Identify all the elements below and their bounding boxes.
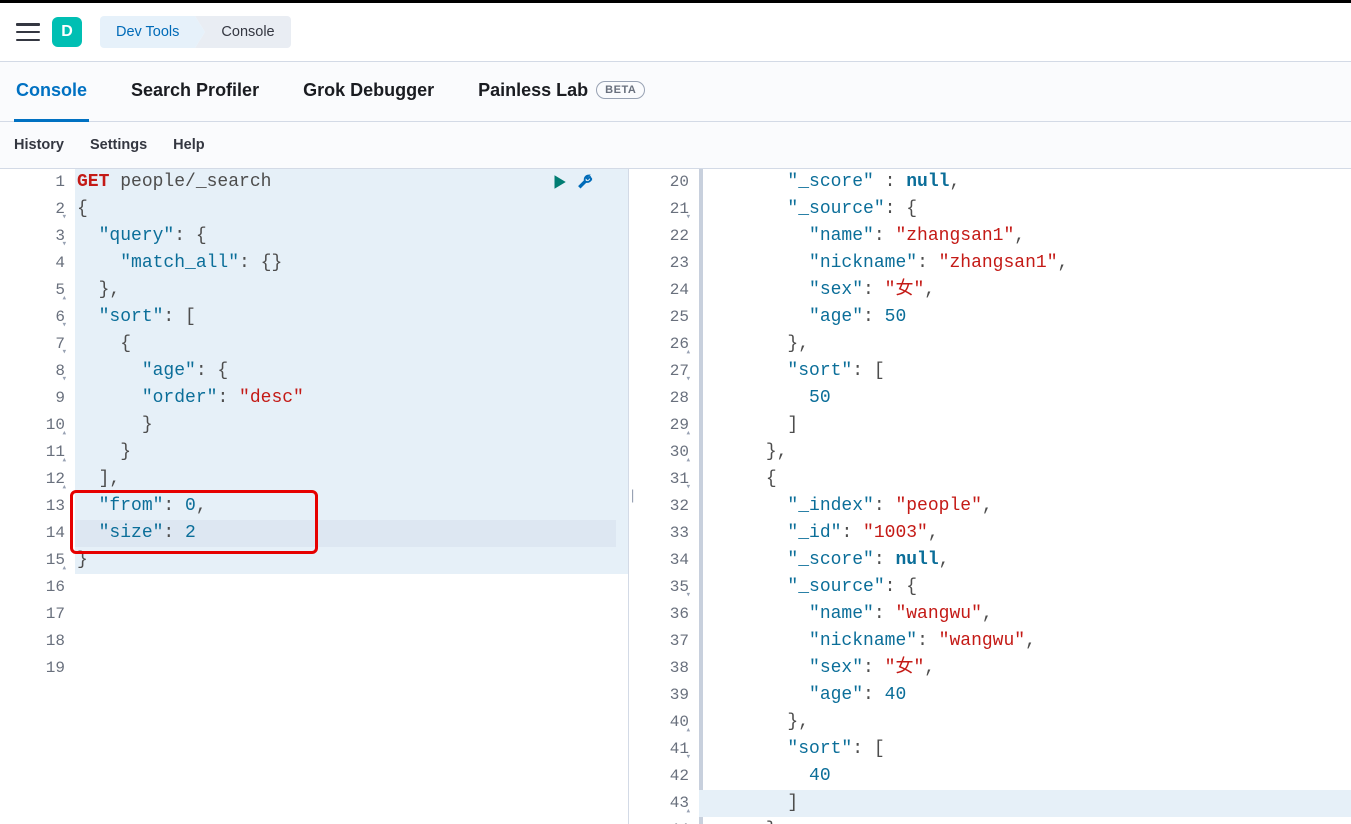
response-line: 50 bbox=[699, 385, 1351, 412]
breadcrumb-console: Console bbox=[195, 16, 290, 48]
response-line: } bbox=[699, 817, 1351, 824]
request-line[interactable]: "order": "desc" bbox=[75, 385, 628, 412]
tab-painless-lab[interactable]: Painless LabBETA bbox=[476, 62, 647, 122]
response-line: "name": "zhangsan1", bbox=[699, 223, 1351, 250]
response-line: ] bbox=[699, 412, 1351, 439]
request-line[interactable]: "size": 2 bbox=[75, 520, 628, 547]
console-subbar: History Settings Help bbox=[0, 122, 1351, 169]
request-options-icon[interactable] bbox=[576, 173, 594, 201]
request-line[interactable]: "match_all": {} bbox=[75, 250, 628, 277]
space-avatar[interactable]: D bbox=[52, 17, 82, 47]
request-line[interactable]: "from": 0, bbox=[75, 493, 628, 520]
response-line: "_score" : null, bbox=[699, 169, 1351, 196]
response-line: "sex": "女", bbox=[699, 277, 1351, 304]
response-line: "nickname": "zhangsan1", bbox=[699, 250, 1351, 277]
response-line: "sort": [ bbox=[699, 358, 1351, 385]
request-line[interactable]: { bbox=[75, 331, 628, 358]
breadcrumb: Dev Tools Console bbox=[100, 16, 291, 48]
request-line[interactable]: "sort": [ bbox=[75, 304, 628, 331]
subbar-help[interactable]: Help bbox=[173, 137, 204, 153]
app-header: D Dev Tools Console bbox=[0, 3, 1351, 62]
request-line[interactable]: ], bbox=[75, 466, 628, 493]
request-pane[interactable]: 12▾3▾45▴6▾7▾8▾910▴11▴12▴131415▴16171819 … bbox=[0, 169, 628, 824]
response-line: "age": 40 bbox=[699, 682, 1351, 709]
tab-console[interactable]: Console bbox=[14, 62, 89, 122]
response-viewer[interactable]: "_score" : null, "_source": { "name": "z… bbox=[699, 169, 1351, 824]
breadcrumb-devtools[interactable]: Dev Tools bbox=[100, 16, 195, 48]
request-line[interactable]: } bbox=[75, 547, 628, 574]
editor-split: 12▾3▾45▴6▾7▾8▾910▴11▴12▴131415▴16171819 … bbox=[0, 169, 1351, 824]
request-gutter: 12▾3▾45▴6▾7▾8▾910▴11▴12▴131415▴16171819 bbox=[0, 169, 75, 824]
request-line[interactable] bbox=[75, 628, 628, 655]
beta-badge: BETA bbox=[596, 81, 645, 99]
response-line: "_score": null, bbox=[699, 547, 1351, 574]
request-line[interactable]: "age": { bbox=[75, 358, 628, 385]
response-line: "_source": { bbox=[699, 196, 1351, 223]
request-line[interactable] bbox=[75, 601, 628, 628]
response-line: "_source": { bbox=[699, 574, 1351, 601]
request-actions bbox=[550, 173, 594, 201]
tab-search-profiler[interactable]: Search Profiler bbox=[129, 62, 261, 122]
tab-grok-debugger[interactable]: Grok Debugger bbox=[301, 62, 436, 122]
response-line: "name": "wangwu", bbox=[699, 601, 1351, 628]
response-line: "_id": "1003", bbox=[699, 520, 1351, 547]
request-line[interactable] bbox=[75, 574, 628, 601]
request-line[interactable]: GET people/_search bbox=[75, 169, 628, 196]
menu-toggle-icon[interactable] bbox=[16, 23, 40, 41]
response-line: "nickname": "wangwu", bbox=[699, 628, 1351, 655]
response-line: }, bbox=[699, 331, 1351, 358]
request-line[interactable]: }, bbox=[75, 277, 628, 304]
request-line[interactable]: { bbox=[75, 196, 628, 223]
response-line: ] bbox=[699, 790, 1351, 817]
response-line: }, bbox=[699, 709, 1351, 736]
request-editor[interactable]: GET people/_search{ "query": { "match_al… bbox=[75, 169, 628, 682]
subbar-settings[interactable]: Settings bbox=[90, 137, 147, 153]
request-line[interactable]: } bbox=[75, 412, 628, 439]
response-pane[interactable]: || 2021▾2223242526▴27▾2829▴30▴31▾3233343… bbox=[628, 169, 1351, 824]
response-line: { bbox=[699, 466, 1351, 493]
request-line[interactable]: } bbox=[75, 439, 628, 466]
devtools-tabs: Console Search Profiler Grok Debugger Painl… bbox=[0, 62, 1351, 122]
response-line: }, bbox=[699, 439, 1351, 466]
response-gutter: 2021▾2223242526▴27▾2829▴30▴31▾32333435▾3… bbox=[629, 169, 699, 824]
run-request-icon[interactable] bbox=[550, 173, 568, 201]
request-line[interactable]: "query": { bbox=[75, 223, 628, 250]
response-line: "age": 50 bbox=[699, 304, 1351, 331]
subbar-history[interactable]: History bbox=[14, 137, 64, 153]
request-line[interactable] bbox=[75, 655, 628, 682]
response-line: "_index": "people", bbox=[699, 493, 1351, 520]
response-line: "sort": [ bbox=[699, 736, 1351, 763]
response-line: 40 bbox=[699, 763, 1351, 790]
response-line: "sex": "女", bbox=[699, 655, 1351, 682]
